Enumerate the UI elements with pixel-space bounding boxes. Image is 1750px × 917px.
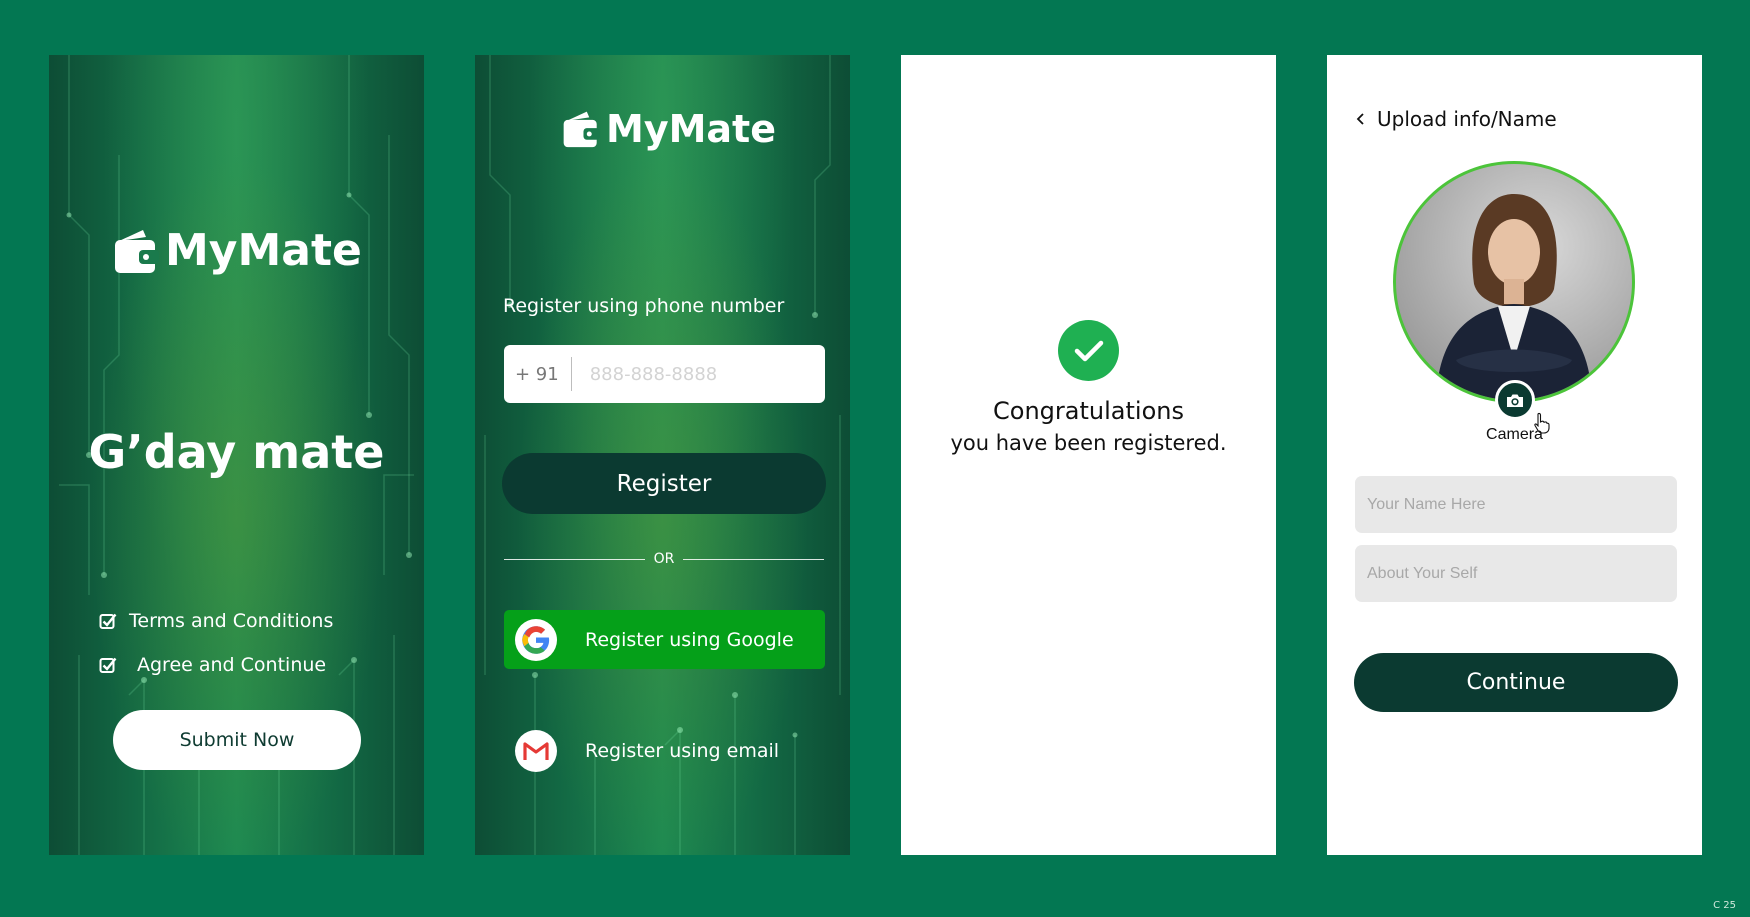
register-button[interactable]: Register	[502, 453, 826, 514]
corner-watermark: C 25	[1713, 900, 1736, 911]
register-screen: MyMate Register using phone number + 91 …	[475, 55, 850, 855]
congratulations-title: Congratulations	[993, 397, 1184, 425]
phone-field[interactable]: + 91	[504, 345, 825, 403]
google-icon	[515, 618, 557, 661]
phone-input[interactable]	[571, 363, 812, 385]
gmail-icon	[515, 730, 557, 772]
phone-register-label: Register using phone number	[503, 295, 785, 317]
agree-label: Agree and Continue	[137, 654, 327, 676]
register-google-button[interactable]: Register using Google	[504, 610, 825, 669]
profile-screen: Upload info/Name Camera Continue	[1327, 55, 1702, 855]
brand-logo: MyMate	[113, 225, 362, 276]
divider-line	[683, 558, 824, 560]
welcome-screen: MyMate G’day mate Terms and Conditions A…	[49, 55, 424, 855]
camera-icon	[1507, 394, 1523, 407]
wallet-icon	[563, 111, 600, 148]
checkmark-icon	[1058, 320, 1119, 381]
brand-logo: MyMate	[562, 107, 776, 151]
brand-name: MyMate	[165, 225, 362, 276]
agree-checkbox-row[interactable]: Agree and Continue	[99, 654, 326, 676]
or-label: OR	[653, 551, 675, 567]
chevron-left-icon[interactable]	[1355, 112, 1367, 126]
avatar-portrait	[1436, 194, 1592, 400]
success-screen: Congratulations you have been registered…	[901, 55, 1276, 855]
camera-label: Camera	[1486, 426, 1543, 443]
terms-label: Terms and Conditions	[129, 610, 334, 632]
camera-button[interactable]	[1495, 380, 1535, 420]
brand-name: MyMate	[606, 107, 776, 151]
name-input[interactable]	[1355, 476, 1677, 533]
divider-line	[504, 558, 645, 560]
checkbox-checked-icon[interactable]	[99, 656, 117, 674]
terms-checkbox-row[interactable]: Terms and Conditions	[99, 610, 333, 632]
registered-message: you have been registered.	[950, 431, 1227, 455]
back-button[interactable]: Upload info/Name	[1355, 107, 1557, 131]
page-title: Upload info/Name	[1377, 107, 1557, 131]
about-input[interactable]	[1355, 545, 1677, 602]
continue-button[interactable]: Continue	[1354, 653, 1678, 712]
email-label: Register using email	[585, 740, 780, 762]
google-label: Register using Google	[585, 628, 794, 651]
checkbox-checked-icon[interactable]	[99, 612, 117, 630]
country-code[interactable]: + 91	[504, 357, 572, 391]
submit-now-button[interactable]: Submit Now	[113, 710, 361, 770]
register-email-button[interactable]: Register using email	[515, 730, 779, 772]
wallet-icon	[115, 229, 159, 273]
avatar[interactable]	[1393, 161, 1635, 403]
or-divider: OR	[504, 551, 824, 567]
greeting-heading: G’day mate	[88, 425, 385, 479]
